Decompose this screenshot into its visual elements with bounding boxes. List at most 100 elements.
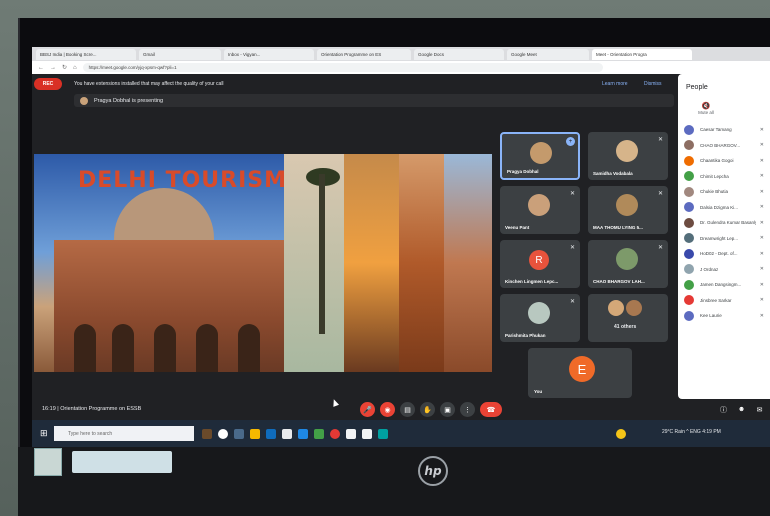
meeting-info: 16:19 | Orientation Programme on ESSB: [42, 406, 142, 412]
widgets-icon[interactable]: [234, 429, 244, 439]
browser-tab[interactable]: Google Meet: [507, 48, 589, 60]
avatar: [684, 171, 694, 182]
reload-icon[interactable]: ↻: [62, 64, 67, 71]
mic-off-icon: ✕: [759, 142, 764, 149]
opera-icon[interactable]: [330, 429, 340, 439]
browser-tab[interactable]: Gmail: [139, 48, 221, 60]
avatar: [684, 279, 694, 290]
presenting-banner: Pragya Dobhal is presenting: [74, 94, 674, 107]
browser-tab[interactable]: BBSJ India | Booking Scre...: [36, 48, 136, 60]
home-icon[interactable]: ⌂: [73, 65, 77, 71]
avatar: [684, 155, 694, 166]
participant-tile[interactable]: ✕ Parishmita Phukan: [500, 294, 580, 342]
url-field[interactable]: https://meet.google.com/yjq-xpsm-qwf?pli…: [82, 63, 603, 72]
participant-name: Veenu Pant: [505, 225, 530, 230]
mute-all-label: Mute all: [698, 110, 714, 115]
participant-row[interactable]: Kee Laurie ✕: [684, 308, 768, 324]
people-title: People: [686, 84, 708, 91]
participant-tile[interactable]: ✕ MAA THOMU LYING 5...: [588, 186, 668, 234]
participant-row[interactable]: Jinsbree Sarkar ✕: [684, 293, 768, 309]
task-view-icon[interactable]: [218, 429, 228, 439]
participant-row[interactable]: Dr. Gulendra Kumar Basanlyngdoh✕: [684, 215, 768, 231]
mic-off-icon: ✕: [759, 204, 764, 211]
store-icon[interactable]: [282, 429, 292, 439]
search-highlight-icon[interactable]: [202, 429, 212, 439]
people-panel: People 🔇 Mute all Caesar Tamang ✕ CHAO BHA…: [678, 74, 770, 399]
system-tray[interactable]: 29°C Rain ^ ENG 4:19 PM: [662, 429, 721, 435]
participant-row[interactable]: Chimit Lepcha ✕: [684, 169, 768, 185]
participant-name: Kinchen Lingmen Lepc...: [505, 279, 559, 284]
participant-name: Chaantika Gogoi: [700, 158, 734, 164]
avatar: [616, 194, 638, 216]
document-icon[interactable]: [362, 429, 372, 439]
mic-off-icon: ✕: [657, 137, 663, 143]
participant-tile[interactable]: + Pragya Dobhal: [500, 132, 580, 180]
avatar: [684, 140, 694, 151]
avatar: [684, 264, 694, 275]
dropbox-icon[interactable]: [298, 429, 308, 439]
self-tile[interactable]: E You: [528, 348, 632, 398]
participant-row[interactable]: Dreamwright Lep... ✕: [684, 231, 768, 247]
end-call-button[interactable]: ☎: [480, 402, 502, 417]
participant-row[interactable]: Chukie Bhutia ✕: [684, 184, 768, 200]
mic-off-icon: ✕: [759, 250, 764, 257]
mute-all-button[interactable]: 🔇 Mute all: [686, 102, 726, 115]
browser-tab-active[interactable]: Meet - Orientation Progra: [592, 48, 692, 60]
avatar: [684, 202, 694, 213]
camera-off-button[interactable]: ◉: [380, 402, 395, 417]
edge-icon[interactable]: [378, 429, 388, 439]
participant-name: Samidha Vodabala: [593, 171, 633, 176]
slide-panel: [284, 154, 344, 372]
participant-row[interactable]: Caesar Tamang ✕: [684, 122, 768, 138]
participant-row[interactable]: CHAO BHARGOV... ✕: [684, 138, 768, 154]
participant-row[interactable]: J Ordnaz ✕: [684, 262, 768, 278]
address-bar: ← → ↻ ⌂ https://meet.google.com/yjq-xpsm…: [32, 61, 770, 74]
notepad-icon[interactable]: [346, 429, 356, 439]
windows-start-icon[interactable]: ⊞: [40, 428, 48, 439]
participant-tile[interactable]: ✕ Veenu Pant: [500, 186, 580, 234]
present-button[interactable]: ▣: [440, 402, 455, 417]
file-explorer-icon[interactable]: [250, 429, 260, 439]
participant-row[interactable]: Dalsia Dzigma Ki... ✕: [684, 200, 768, 216]
browser-tab[interactable]: Orientation Programme on ES: [317, 48, 411, 60]
participant-name: Jamen Dangsingm...: [700, 282, 742, 288]
captions-button[interactable]: ▤: [400, 402, 415, 417]
participant-tile[interactable]: ✕ Samidha Vodabala: [588, 132, 668, 180]
back-icon[interactable]: ←: [38, 65, 44, 71]
others-count: 41 others: [614, 324, 637, 330]
others-tile[interactable]: 41 others: [588, 294, 668, 342]
participant-name: Parishmita Phukan: [505, 333, 546, 338]
participant-tile[interactable]: ✕ CHAO BHARGOV LAH...: [588, 240, 668, 288]
participant-row[interactable]: Chaantika Gogoi ✕: [684, 153, 768, 169]
mail-icon[interactable]: [266, 429, 276, 439]
info-icon[interactable]: ⓘ: [716, 402, 731, 417]
mic-off-icon: ✕: [759, 312, 764, 319]
participant-tile[interactable]: R ✕ Kinchen Lingmen Lepc...: [500, 240, 580, 288]
taskbar-search[interactable]: Type here to search: [54, 426, 194, 441]
learn-more-link[interactable]: Learn more: [602, 81, 628, 87]
people-icon[interactable]: ☻: [734, 402, 749, 417]
participant-row[interactable]: HoD02 - Dept. of... ✕: [684, 246, 768, 262]
avatar: [616, 248, 638, 270]
participant-name: HoD02 - Dept. of...: [700, 251, 738, 257]
mic-off-button[interactable]: 🎤: [360, 402, 375, 417]
pin-icon[interactable]: +: [566, 137, 575, 146]
browser-tab-bar: BBSJ India | Booking Scre... Gmail Inbox…: [32, 47, 770, 61]
avatar: [684, 124, 694, 135]
forward-icon[interactable]: →: [50, 65, 56, 71]
chat-icon[interactable]: ✉: [752, 402, 767, 417]
browser-tab[interactable]: Google Docs: [414, 48, 504, 60]
weather-icon[interactable]: [616, 429, 626, 439]
more-options-button[interactable]: ⋮: [460, 402, 475, 417]
slide-panel: [399, 154, 444, 372]
palm-trunk: [319, 174, 325, 334]
participant-name: Chukie Bhutia: [700, 189, 729, 195]
avatar-letter: R: [529, 250, 549, 270]
browser-tab[interactable]: Inbox - Vigyan...: [224, 48, 314, 60]
mic-off-icon: ✕: [759, 266, 764, 273]
chrome-icon[interactable]: [314, 429, 324, 439]
raise-hand-button[interactable]: ✋: [420, 402, 435, 417]
screen: BBSJ India | Booking Scre... Gmail Inbox…: [32, 47, 770, 447]
dismiss-link[interactable]: Dismiss: [644, 81, 662, 87]
participant-row[interactable]: Jamen Dangsingm... ✕: [684, 277, 768, 293]
